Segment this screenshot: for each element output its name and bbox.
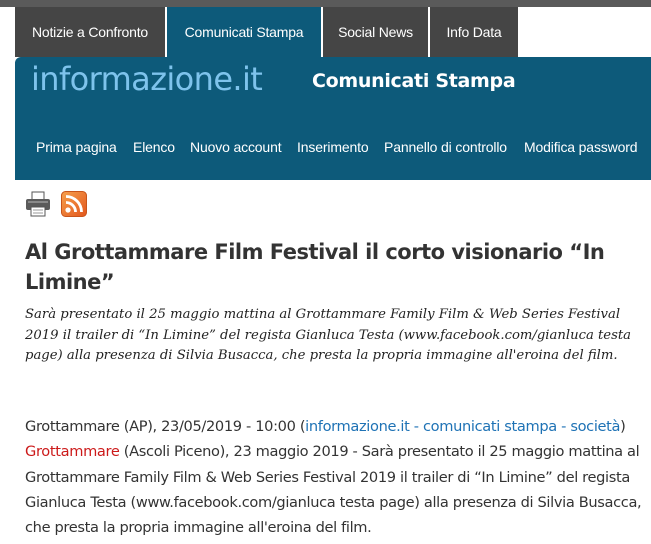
nav-nuovo-account[interactable]: Nuovo account	[190, 138, 282, 156]
tab-notizie-a-confronto[interactable]: Notizie a Confronto	[15, 7, 165, 57]
tab-social-news[interactable]: Social News	[323, 7, 428, 57]
rss-icon[interactable]	[61, 191, 87, 217]
network-tabs: Notizie a Confronto Comunicati Stampa So…	[0, 7, 651, 57]
location-tag-link[interactable]: Grottammare	[25, 443, 120, 460]
printer-icon[interactable]	[25, 191, 51, 217]
site-logo[interactable]: informazione.it	[31, 59, 263, 99]
article-dateline: Grottammare (AP), 23/05/2019 - 10:00 (	[25, 418, 306, 435]
source-category-link[interactable]: informazione.it - comunicati stampa - so…	[305, 418, 620, 435]
nav-inserimento[interactable]: Inserimento	[297, 138, 369, 156]
nav-prima-pagina[interactable]: Prima pagina	[36, 138, 117, 156]
article-summary: Sarà presentato il 25 maggio mattina al …	[25, 307, 632, 363]
nav-pannello-di-controllo[interactable]: Pannello di controllo	[384, 138, 507, 156]
tab-comunicati-stampa[interactable]: Comunicati Stampa	[167, 7, 321, 57]
top-strip	[0, 0, 651, 7]
article-title: Al Grottammare Film Festival il corto vi…	[25, 240, 605, 294]
nav-elenco[interactable]: Elenco	[133, 138, 175, 156]
site-header: informazione.it Comunicati Stampa Prima …	[15, 57, 651, 180]
tab-info-data[interactable]: Info Data	[430, 7, 518, 57]
nav-modifica-password[interactable]: Modifica password	[524, 138, 638, 156]
dateline-close: )	[620, 418, 626, 435]
article-body: Grottammare (AP), 23/05/2019 - 10:00 (in…	[25, 414, 645, 540]
section-title: Comunicati Stampa	[312, 70, 516, 92]
